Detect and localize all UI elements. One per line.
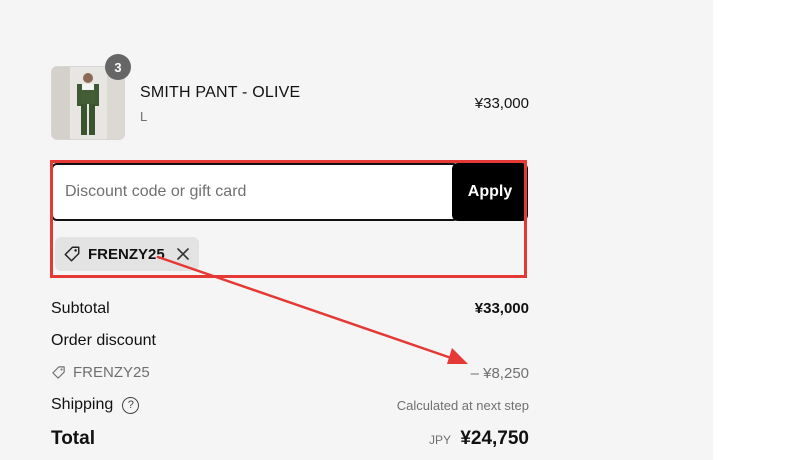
shipping-row-label: Shipping ? [51, 396, 140, 414]
discount-code-line: FRENZY25 [51, 364, 150, 381]
help-icon[interactable]: ? [122, 396, 140, 414]
total-label: Total [51, 428, 95, 449]
remove-discount-icon[interactable] [175, 246, 191, 262]
subtotal-value: ¥33,000 [474, 300, 529, 317]
tag-icon [64, 246, 80, 262]
product-price: ¥33,000 [474, 95, 529, 112]
applied-discount-tag: FRENZY25 [55, 237, 199, 271]
quantity-badge: 3 [105, 54, 131, 80]
discount-code-input[interactable] [51, 163, 459, 221]
shipping-value: Calculated at next step [396, 398, 529, 413]
discount-code-text: FRENZY25 [73, 364, 150, 381]
discount-value: – ¥8,250 [470, 365, 529, 382]
total-currency: JPY [429, 433, 452, 447]
total-value: ¥24,750 [460, 428, 529, 449]
apply-button[interactable]: Apply [452, 163, 528, 221]
tag-icon [52, 366, 65, 379]
product-name: SMITH PANT - OLIVE [140, 84, 301, 101]
applied-discount-code: FRENZY25 [88, 245, 165, 263]
product-variant: L [140, 109, 148, 124]
subtotal-label: Subtotal [51, 300, 110, 317]
shipping-label: Shipping [51, 396, 114, 413]
order-discount-label: Order discount [51, 332, 156, 349]
